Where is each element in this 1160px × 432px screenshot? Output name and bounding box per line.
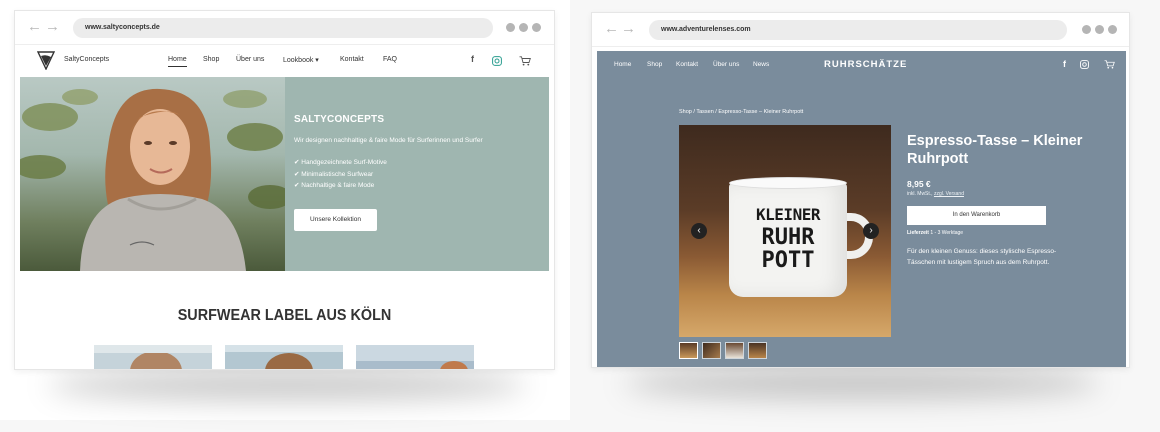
- browser-chrome: ← → www.adventurelenses.com: [592, 13, 1129, 47]
- hero-panel: SALTYCONCEPTS Wir designen nachhaltige &…: [285, 77, 549, 271]
- forward-arrow-icon[interactable]: →: [621, 21, 636, 37]
- mug-text-line: KLEINER: [756, 205, 820, 224]
- address-bar[interactable]: www.saltyconcepts.de: [73, 18, 493, 38]
- instagram-icon[interactable]: [1080, 60, 1089, 69]
- browser-window-right: ← → www.adventurelenses.com Home Shop Ko…: [591, 12, 1130, 368]
- thumbnail[interactable]: [725, 342, 744, 359]
- thumbnail[interactable]: [679, 342, 698, 359]
- delivery-value: 1 - 3 Werktage: [930, 230, 964, 236]
- nav-about[interactable]: Über uns: [236, 56, 264, 63]
- nav-home[interactable]: Home: [168, 56, 187, 67]
- image-thumbnails: [679, 342, 767, 359]
- shipping-link[interactable]: zzgl. Versand: [934, 191, 964, 197]
- tax-note: inkl. MwSt., zzgl. Versand: [907, 191, 964, 197]
- product-thumbnail[interactable]: [356, 345, 474, 369]
- product-description: Für den kleinen Genuss: dieses stylische…: [907, 248, 1057, 266]
- section-title: SURFWEAR LABEL AUS KÖLN: [177, 307, 392, 324]
- nav-home[interactable]: Home: [614, 61, 631, 68]
- hero-title: SALTYCONCEPTS: [294, 114, 385, 125]
- nav-lookbook[interactable]: Lookbook ▾: [283, 56, 319, 64]
- collection-button[interactable]: Unsere Kollektion: [294, 209, 377, 231]
- window-shadow-left: [48, 370, 526, 400]
- carousel-next-button[interactable]: ›: [863, 223, 879, 239]
- nav-contact[interactable]: Kontakt: [676, 61, 698, 68]
- back-arrow-icon[interactable]: ←: [27, 19, 42, 35]
- mug-print: KLEINER RUHR POTT: [733, 203, 843, 272]
- logo-icon: [37, 51, 55, 70]
- add-to-cart-button[interactable]: In den Warenkorb: [907, 206, 1046, 225]
- site-nav: Home Shop Kontakt Über uns News RUHRSCHÄ…: [597, 51, 1126, 79]
- cart-icon[interactable]: [519, 56, 531, 66]
- background-strip: [0, 420, 570, 432]
- nav-news[interactable]: News: [753, 61, 769, 68]
- delivery-time: Lieferzeit 1 - 3 Werktage: [907, 230, 963, 236]
- hero-feature-list: ✔ Handgezeichnete Surf-Motive ✔ Minimali…: [294, 157, 387, 192]
- product-thumbnail[interactable]: [94, 345, 212, 369]
- site-nav: SaltyConcepts Home Shop Über uns Lookboo…: [15, 45, 554, 77]
- mug-text-line: RUHR: [761, 225, 815, 250]
- hero-photo: [20, 77, 285, 271]
- browser-window-left: ← → www.saltyconcepts.de SaltyConcepts H…: [14, 10, 555, 370]
- feature-item: ✔ Nachhaltige & faire Mode: [294, 182, 375, 189]
- address-bar[interactable]: www.adventurelenses.com: [649, 20, 1067, 40]
- product-thumbnail[interactable]: [225, 345, 343, 369]
- mug-text-line: POTT: [761, 248, 815, 273]
- nav-faq[interactable]: FAQ: [383, 56, 397, 63]
- hero-banner: SALTYCONCEPTS Wir designen nachhaltige &…: [20, 77, 549, 271]
- nav-shop[interactable]: Shop: [203, 56, 219, 63]
- brand-logo[interactable]: RUHRSCHÄTZE: [824, 59, 907, 70]
- nav-contact[interactable]: Kontakt: [340, 56, 364, 63]
- instagram-icon[interactable]: [492, 56, 502, 66]
- carousel-prev-button[interactable]: ‹: [691, 223, 707, 239]
- product-title: Espresso-Tasse – Kleiner Ruhrpott: [907, 133, 1083, 167]
- breadcrumb[interactable]: Shop / Tassen / Espresso-Tasse – Kleiner…: [679, 109, 803, 115]
- tax-text: inkl. MwSt.,: [907, 191, 933, 197]
- feature-item: ✔ Minimalistische Surfwear: [294, 170, 374, 178]
- window-menu-dots[interactable]: [1082, 25, 1117, 34]
- cart-icon[interactable]: [1104, 60, 1115, 69]
- thumbnail[interactable]: [702, 342, 721, 359]
- nav-shop[interactable]: Shop: [647, 61, 662, 68]
- facebook-icon[interactable]: f: [1063, 59, 1066, 69]
- nav-about[interactable]: Über uns: [713, 61, 739, 68]
- product-image: KLEINER RUHR POTT ‹ ›: [679, 125, 891, 337]
- window-shadow-right: [624, 368, 1100, 398]
- hero-subtitle: Wir designen nachhaltige & faire Mode fü…: [294, 137, 483, 144]
- delivery-label: Lieferzeit: [907, 230, 929, 236]
- product-price: 8,95 €: [907, 179, 931, 189]
- brand-name[interactable]: SaltyConcepts: [64, 56, 109, 63]
- thumbnail[interactable]: [748, 342, 767, 359]
- browser-chrome: ← → www.saltyconcepts.de: [15, 11, 554, 45]
- facebook-icon[interactable]: f: [471, 54, 474, 64]
- forward-arrow-icon[interactable]: →: [45, 19, 60, 35]
- window-menu-dots[interactable]: [506, 23, 541, 32]
- feature-item: ✔ Handgezeichnete Surf-Motive: [294, 159, 387, 166]
- back-arrow-icon[interactable]: ←: [604, 21, 619, 37]
- mug-rim: [729, 177, 847, 189]
- product-page: Home Shop Kontakt Über uns News RUHRSCHÄ…: [597, 51, 1126, 367]
